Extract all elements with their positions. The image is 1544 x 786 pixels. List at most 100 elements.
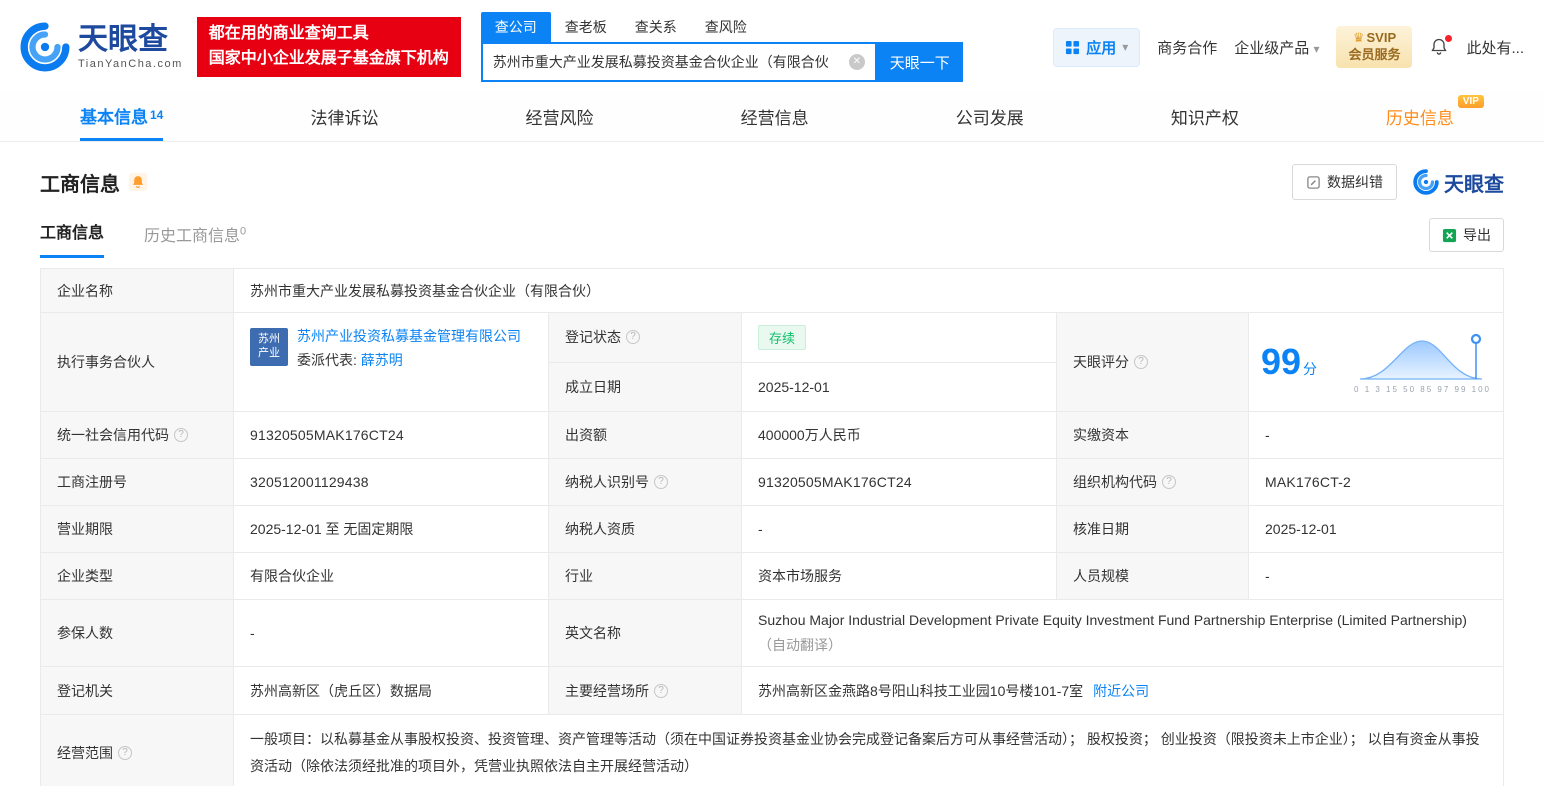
search-button[interactable]: 天眼一下 bbox=[876, 42, 963, 82]
field-label-staff-size: 人员规模 bbox=[1057, 553, 1249, 600]
table-row: 登记机关 苏州高新区（虎丘区）数据局 主要经营场所 ? 苏州高新区金燕路8号阳山… bbox=[41, 667, 1504, 716]
edit-document-icon bbox=[1307, 175, 1320, 189]
field-value-company-type: 有限合伙企业 bbox=[234, 553, 549, 600]
tab-history-info-label: 历史信息 bbox=[1385, 109, 1454, 128]
help-icon[interactable]: ? bbox=[1162, 475, 1176, 489]
field-value-english-name: Suzhou Major Industrial Development Priv… bbox=[742, 600, 1504, 668]
business-info-table: 企业名称 苏州市重大产业发展私募投资基金合伙企业（有限合伙） 执行事务合伙人 苏… bbox=[40, 268, 1504, 786]
score-unit: 分 bbox=[1303, 361, 1318, 377]
field-value-business-term: 2025-12-01 至 无固定期限 bbox=[234, 506, 549, 553]
subtab-row: 工商信息 历史工商信息0 导出 bbox=[40, 218, 1504, 258]
excel-export-icon bbox=[1442, 228, 1457, 242]
field-value-insured-count: - bbox=[234, 600, 549, 668]
search-tab-boss[interactable]: 查老板 bbox=[551, 12, 621, 42]
reg-status-label-text: 登记状态 bbox=[565, 329, 621, 346]
help-icon[interactable]: ? bbox=[174, 428, 188, 442]
field-value-address: 苏州高新区金燕路8号阳山科技工业园10号楼101-7室 附近公司 bbox=[742, 667, 1504, 716]
table-row: 企业类型 有限合伙企业 行业 资本市场服务 人员规模 - bbox=[41, 553, 1504, 600]
data-correction-button[interactable]: 数据纠错 bbox=[1292, 164, 1397, 200]
business-scope-label-text: 经营范围 bbox=[57, 744, 113, 761]
section-title: 工商信息 bbox=[40, 173, 120, 196]
score-distribution-chart: 0 1 3 15 50 85 97 99 100 bbox=[1354, 331, 1491, 394]
field-value-paid-capital: - bbox=[1249, 412, 1504, 459]
help-icon[interactable]: ? bbox=[118, 745, 132, 760]
top-header: 天眼查 TianYanCha.com 都在用的商业查询工具 国家中小企业发展子基… bbox=[0, 0, 1544, 92]
tianyancha-swirl-icon bbox=[20, 22, 70, 72]
field-label-reg-number: 工商注册号 bbox=[41, 459, 234, 506]
user-account-link[interactable]: 此处有... bbox=[1466, 37, 1524, 58]
chevron-down-icon: ▾ bbox=[1313, 41, 1320, 56]
help-icon[interactable]: ? bbox=[626, 330, 640, 345]
help-icon[interactable]: ? bbox=[654, 475, 668, 489]
search-tab-relation[interactable]: 查关系 bbox=[621, 12, 691, 42]
field-label-english-name: 英文名称 bbox=[549, 600, 742, 668]
clear-search-icon[interactable]: ✕ bbox=[848, 54, 865, 70]
search-tabs: 查公司 查老板 查关系 查风险 bbox=[480, 12, 963, 42]
field-label-company-name: 企业名称 bbox=[41, 269, 234, 313]
tab-history-info[interactable]: 历史信息 VIP bbox=[1385, 92, 1484, 141]
partner-company-link[interactable]: 苏州产业投资私募基金管理有限公司 bbox=[297, 328, 521, 344]
field-label-company-type: 企业类型 bbox=[41, 553, 234, 600]
score-label-text: 天眼评分 bbox=[1073, 354, 1129, 370]
tab-intellectual-property[interactable]: 知识产权 bbox=[1171, 92, 1239, 141]
field-label-reg-status: 登记状态 ? bbox=[549, 313, 742, 363]
field-value-industry: 资本市场服务 bbox=[742, 553, 1057, 600]
field-label-address: 主要经营场所 ? bbox=[549, 667, 742, 716]
partner-logo-line1: 苏州 bbox=[258, 333, 280, 346]
field-value-org-code: MAK176CT-2 bbox=[1249, 459, 1504, 506]
subtab-business-info[interactable]: 工商信息 bbox=[40, 219, 105, 258]
search-tab-risk[interactable]: 查风险 bbox=[691, 12, 761, 42]
field-label-org-code: 组织机构代码 ? bbox=[1057, 459, 1249, 506]
field-label-establish-date: 成立日期 bbox=[549, 362, 742, 412]
status-date-stack: 登记状态 ? 存续 成立日期 2025-12-01 bbox=[549, 313, 1057, 412]
help-icon[interactable]: ? bbox=[1134, 355, 1148, 369]
tab-company-development[interactable]: 公司发展 bbox=[956, 92, 1024, 141]
table-row: 成立日期 2025-12-01 bbox=[549, 362, 1057, 412]
tab-legal-proceedings[interactable]: 法律诉讼 bbox=[310, 92, 378, 141]
delegate-name-link[interactable]: 薛苏明 bbox=[361, 352, 403, 368]
english-name-text: Suzhou Major Industrial Development Priv… bbox=[758, 612, 1467, 628]
field-value-tianyan-score: 99 分 0 1 3 15 50 85 97 99 100 bbox=[1249, 313, 1504, 412]
table-row: 营业期限 2025-12-01 至 无固定期限 纳税人资质 - 核准日期 202… bbox=[41, 506, 1504, 553]
field-label-credit-code: 统一社会信用代码 ? bbox=[41, 412, 234, 459]
tianyancha-logo[interactable]: 天眼查 TianYanCha.com bbox=[20, 22, 183, 72]
tianyancha-swirl-icon bbox=[1413, 169, 1439, 195]
score-axis-labels: 0 1 3 15 50 85 97 99 100 bbox=[1354, 384, 1491, 394]
apps-button[interactable]: 应用 ▾ bbox=[1053, 27, 1141, 67]
field-label-taxpayer-quality: 纳税人资质 bbox=[549, 506, 742, 553]
business-cooperation-link[interactable]: 商务合作 bbox=[1157, 37, 1217, 58]
search-input[interactable] bbox=[482, 54, 849, 70]
watermark-brand-text: 天眼查 bbox=[1444, 173, 1504, 196]
tab-basic-info[interactable]: 基本信息 14 bbox=[80, 92, 164, 141]
field-label-reg-authority: 登记机关 bbox=[41, 667, 234, 716]
monitor-bell-icon[interactable] bbox=[128, 172, 148, 192]
tab-operation-info[interactable]: 经营信息 bbox=[741, 92, 809, 141]
export-button[interactable]: 导出 bbox=[1429, 218, 1504, 252]
field-value-company-name: 苏州市重大产业发展私募投资基金合伙企业（有限合伙） bbox=[234, 269, 1504, 313]
enterprise-products-link[interactable]: 企业级产品 ▾ bbox=[1234, 37, 1319, 58]
table-row: 登记状态 ? 存续 bbox=[549, 313, 1057, 363]
field-label-industry: 行业 bbox=[549, 553, 742, 600]
table-row: 工商注册号 320512001129438 纳税人识别号 ? 91320505M… bbox=[41, 459, 1504, 506]
tab-basic-info-count: 14 bbox=[150, 108, 164, 122]
slogan-line-1: 都在用的商业查询工具 bbox=[208, 25, 369, 43]
search-tab-company[interactable]: 查公司 bbox=[480, 12, 551, 42]
address-text: 苏州高新区金燕路8号阳山科技工业园10号楼101-7室 bbox=[758, 682, 1084, 699]
field-value-executive-partner: 苏州 产业 苏州产业投资私募基金管理有限公司 委派代表: 薛苏明 bbox=[234, 313, 549, 412]
field-value-credit-code: 91320505MAK176CT24 bbox=[234, 412, 549, 459]
svip-membership-button[interactable]: ♛ SVIP 会员服务 bbox=[1336, 26, 1413, 68]
field-value-capital: 400000万人民币 bbox=[742, 412, 1057, 459]
notification-bell-button[interactable] bbox=[1429, 35, 1453, 57]
field-label-tianyan-score: 天眼评分 ? bbox=[1057, 313, 1249, 412]
slogan-banner: 都在用的商业查询工具 国家中小企业发展子基金旗下机构 bbox=[196, 17, 461, 77]
tab-operation-risk[interactable]: 经营风险 bbox=[526, 92, 594, 141]
field-value-taxpayer-id: 91320505MAK176CT24 bbox=[742, 459, 1057, 506]
search-area: 查公司 查老板 查关系 查风险 ✕ 天眼一下 bbox=[480, 12, 963, 82]
header-right: 应用 ▾ 商务合作 企业级产品 ▾ ♛ SVIP 会员服务 此处有... bbox=[1053, 26, 1524, 68]
slogan-line-2: 国家中小企业发展子基金旗下机构 bbox=[208, 50, 449, 67]
help-icon[interactable]: ? bbox=[654, 683, 668, 698]
nearby-companies-link[interactable]: 附近公司 bbox=[1093, 681, 1149, 701]
table-row: 经营范围 ? 一般项目：以私募基金从事股权投资、投资管理、资产管理等活动（须在中… bbox=[41, 715, 1504, 786]
subtab-history-business-info[interactable]: 历史工商信息0 bbox=[144, 222, 246, 258]
search-box: ✕ 天眼一下 bbox=[480, 42, 963, 82]
